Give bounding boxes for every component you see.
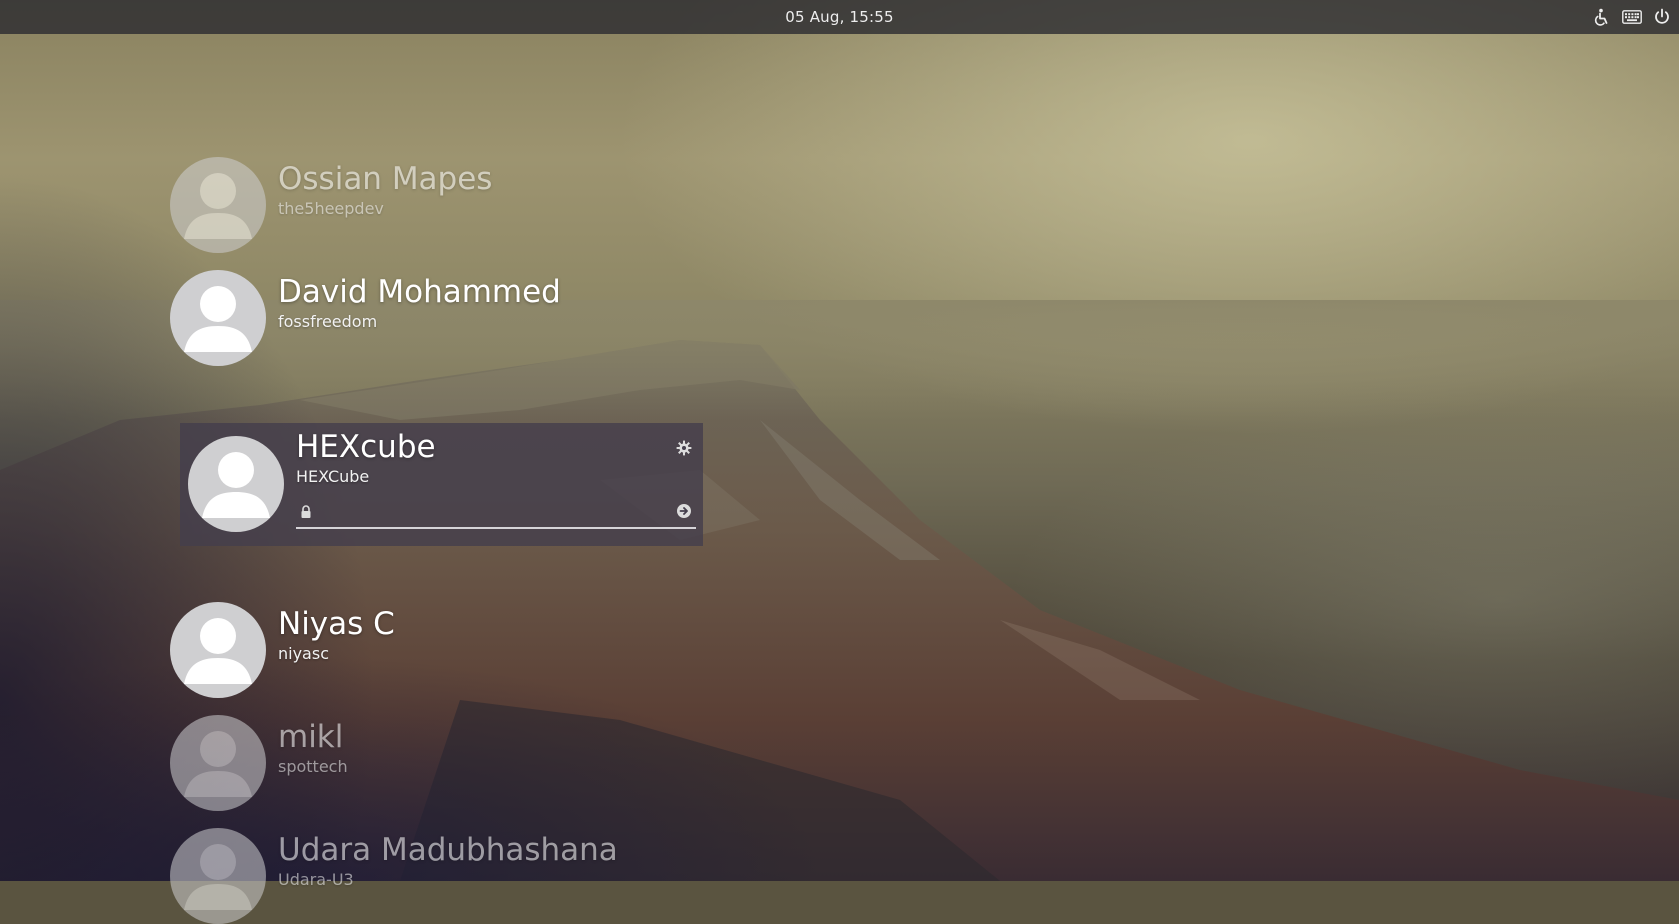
password-input[interactable] [318, 499, 666, 525]
user-login: niyasc [278, 644, 329, 663]
user-name: HEXcube [296, 429, 436, 465]
lock-icon [300, 504, 312, 523]
avatar [170, 715, 266, 811]
clock-label[interactable]: 05 Aug, 15:55 [0, 0, 1679, 34]
user-login: Udara-U3 [278, 870, 354, 889]
keyboard-icon[interactable] [1621, 6, 1643, 28]
top-panel: 05 Aug, 15:55 [0, 0, 1679, 34]
user-avatar-icon [184, 173, 252, 239]
user-item-david-mohammed[interactable]: David Mohammed fossfreedom [170, 270, 770, 366]
user-avatar-icon [184, 731, 252, 797]
user-avatar-icon [184, 618, 252, 684]
user-avatar-icon [184, 844, 252, 910]
user-item-mikl[interactable]: mikl spottech [170, 715, 770, 811]
accessibility-icon[interactable] [1591, 6, 1613, 28]
user-name: David Mohammed [278, 274, 561, 310]
avatar [188, 436, 284, 532]
avatar [170, 270, 266, 366]
avatar [170, 828, 266, 924]
user-name: Udara Madubhashana [278, 832, 618, 868]
password-field[interactable] [296, 495, 696, 529]
system-tray [1591, 0, 1673, 34]
user-item-udara-madubhashana[interactable]: Udara Madubhashana Udara-U3 [170, 828, 770, 924]
user-item-niyas-c[interactable]: Niyas C niyasc [170, 602, 770, 698]
avatar [170, 157, 266, 253]
user-avatar-icon [184, 286, 252, 352]
selected-user-card: HEXcube HEXCube [180, 423, 703, 546]
user-item-ossian-mapes[interactable]: Ossian Mapes the5heepdev [170, 157, 770, 253]
login-arrow-icon[interactable] [676, 503, 692, 523]
power-icon[interactable] [1651, 6, 1673, 28]
user-login: HEXCube [296, 467, 370, 486]
session-settings-gear-icon[interactable] [676, 440, 692, 456]
avatar [170, 602, 266, 698]
user-name: mikl [278, 719, 344, 755]
user-name: Ossian Mapes [278, 161, 493, 197]
user-login: fossfreedom [278, 312, 378, 331]
user-login: spottech [278, 757, 348, 776]
user-login: the5heepdev [278, 199, 384, 218]
user-avatar-icon [202, 452, 270, 518]
user-name: Niyas C [278, 606, 395, 642]
